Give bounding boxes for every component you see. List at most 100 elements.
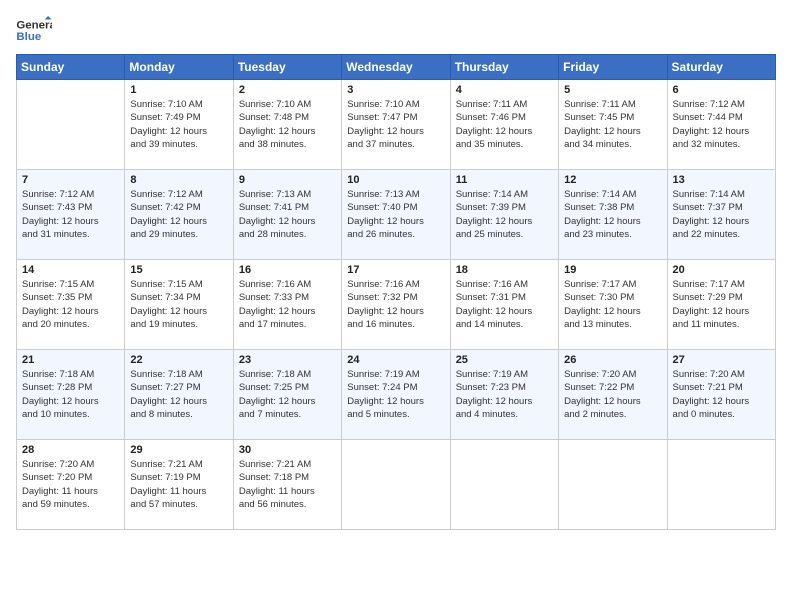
calendar-cell: 5 Sunrise: 7:11 AM Sunset: 7:45 PM Daylig…: [559, 80, 667, 170]
calendar-cell: [342, 440, 450, 530]
calendar-cell: 22 Sunrise: 7:18 AM Sunset: 7:27 PM Dayli…: [125, 350, 233, 440]
day-info: Sunrise: 7:12 AM Sunset: 7:43 PM Dayligh…: [22, 188, 119, 241]
day-number: 17: [347, 264, 444, 276]
day-info: Sunrise: 7:21 AM Sunset: 7:18 PM Dayligh…: [239, 458, 336, 511]
day-number: 24: [347, 354, 444, 366]
day-info: Sunrise: 7:16 AM Sunset: 7:33 PM Dayligh…: [239, 278, 336, 331]
day-number: 25: [456, 354, 553, 366]
calendar-cell: 15Sunrise: 7:15 AM Sunset: 7:34 PM Dayli…: [125, 260, 233, 350]
weekday-header-tuesday: Tuesday: [233, 55, 341, 80]
day-number: 9: [239, 174, 336, 186]
calendar-cell: 3 Sunrise: 7:10 AM Sunset: 7:47 PM Daylig…: [342, 80, 450, 170]
weekday-header-sunday: Sunday: [17, 55, 125, 80]
day-info: Sunrise: 7:12 AM Sunset: 7:42 PM Dayligh…: [130, 188, 227, 241]
calendar-cell: 30 Sunrise: 7:21 AM Sunset: 7:18 PM Dayli…: [233, 440, 341, 530]
day-info: Sunrise: 7:21 AM Sunset: 7:19 PM Dayligh…: [130, 458, 227, 511]
day-info: Sunrise: 7:10 AM Sunset: 7:47 PM Dayligh…: [347, 98, 444, 151]
day-number: 15: [130, 264, 227, 276]
day-info: Sunrise: 7:16 AM Sunset: 7:32 PM Dayligh…: [347, 278, 444, 331]
calendar-cell: 20Sunrise: 7:17 AM Sunset: 7:29 PM Dayli…: [667, 260, 775, 350]
day-number: 13: [673, 174, 770, 186]
weekday-header-monday: Monday: [125, 55, 233, 80]
day-info: Sunrise: 7:14 AM Sunset: 7:37 PM Dayligh…: [673, 188, 770, 241]
calendar-cell: [559, 440, 667, 530]
day-number: 10: [347, 174, 444, 186]
day-number: 16: [239, 264, 336, 276]
day-number: 26: [564, 354, 661, 366]
day-info: Sunrise: 7:11 AM Sunset: 7:46 PM Dayligh…: [456, 98, 553, 151]
day-info: Sunrise: 7:10 AM Sunset: 7:48 PM Dayligh…: [239, 98, 336, 151]
day-info: Sunrise: 7:13 AM Sunset: 7:40 PM Dayligh…: [347, 188, 444, 241]
day-info: Sunrise: 7:20 AM Sunset: 7:21 PM Dayligh…: [673, 368, 770, 421]
calendar-cell: 10 Sunrise: 7:13 AM Sunset: 7:40 PM Dayli…: [342, 170, 450, 260]
weekday-header-thursday: Thursday: [450, 55, 558, 80]
day-number: 22: [130, 354, 227, 366]
calendar-cell: 23Sunrise: 7:18 AM Sunset: 7:25 PM Dayli…: [233, 350, 341, 440]
calendar-cell: 16 Sunrise: 7:16 AM Sunset: 7:33 PM Dayli…: [233, 260, 341, 350]
calendar-cell: 7 Sunrise: 7:12 AM Sunset: 7:43 PM Daylig…: [17, 170, 125, 260]
day-info: Sunrise: 7:14 AM Sunset: 7:38 PM Dayligh…: [564, 188, 661, 241]
day-number: 5: [564, 84, 661, 96]
calendar-week-4: 21Sunrise: 7:18 AM Sunset: 7:28 PM Dayli…: [17, 350, 776, 440]
day-number: 3: [347, 84, 444, 96]
calendar-cell: 2Sunrise: 7:10 AM Sunset: 7:48 PM Daylig…: [233, 80, 341, 170]
calendar-cell: 13 Sunrise: 7:14 AM Sunset: 7:37 PM Dayli…: [667, 170, 775, 260]
calendar-cell: 25 Sunrise: 7:19 AM Sunset: 7:23 PM Dayli…: [450, 350, 558, 440]
calendar-cell: [450, 440, 558, 530]
logo-icon: General Blue: [16, 16, 52, 46]
day-info: Sunrise: 7:17 AM Sunset: 7:30 PM Dayligh…: [564, 278, 661, 331]
day-number: 8: [130, 174, 227, 186]
day-info: Sunrise: 7:20 AM Sunset: 7:22 PM Dayligh…: [564, 368, 661, 421]
calendar-cell: 28 Sunrise: 7:20 AM Sunset: 7:20 PM Dayli…: [17, 440, 125, 530]
calendar-cell: 18 Sunrise: 7:16 AM Sunset: 7:31 PM Dayli…: [450, 260, 558, 350]
calendar-cell: 29Sunrise: 7:21 AM Sunset: 7:19 PM Dayli…: [125, 440, 233, 530]
calendar-table: SundayMondayTuesdayWednesdayThursdayFrid…: [16, 54, 776, 530]
calendar-week-3: 14 Sunrise: 7:15 AM Sunset: 7:35 PM Dayli…: [17, 260, 776, 350]
weekday-header-saturday: Saturday: [667, 55, 775, 80]
calendar-cell: 12 Sunrise: 7:14 AM Sunset: 7:38 PM Dayli…: [559, 170, 667, 260]
day-info: Sunrise: 7:19 AM Sunset: 7:24 PM Dayligh…: [347, 368, 444, 421]
day-number: 7: [22, 174, 119, 186]
calendar-cell: 8 Sunrise: 7:12 AM Sunset: 7:42 PM Daylig…: [125, 170, 233, 260]
day-info: Sunrise: 7:12 AM Sunset: 7:44 PM Dayligh…: [673, 98, 770, 151]
day-info: Sunrise: 7:18 AM Sunset: 7:27 PM Dayligh…: [130, 368, 227, 421]
calendar-cell: [17, 80, 125, 170]
day-number: 20: [673, 264, 770, 276]
day-info: Sunrise: 7:15 AM Sunset: 7:35 PM Dayligh…: [22, 278, 119, 331]
weekday-header-friday: Friday: [559, 55, 667, 80]
calendar-cell: 14 Sunrise: 7:15 AM Sunset: 7:35 PM Dayli…: [17, 260, 125, 350]
day-number: 19: [564, 264, 661, 276]
day-number: 28: [22, 444, 119, 456]
day-number: 18: [456, 264, 553, 276]
calendar-cell: 4 Sunrise: 7:11 AM Sunset: 7:46 PM Daylig…: [450, 80, 558, 170]
calendar-cell: 24 Sunrise: 7:19 AM Sunset: 7:24 PM Dayli…: [342, 350, 450, 440]
calendar-cell: [667, 440, 775, 530]
day-info: Sunrise: 7:18 AM Sunset: 7:28 PM Dayligh…: [22, 368, 119, 421]
day-number: 6: [673, 84, 770, 96]
calendar-cell: 6 Sunrise: 7:12 AM Sunset: 7:44 PM Daylig…: [667, 80, 775, 170]
logo: General Blue: [16, 16, 52, 46]
weekday-header-wednesday: Wednesday: [342, 55, 450, 80]
day-info: Sunrise: 7:13 AM Sunset: 7:41 PM Dayligh…: [239, 188, 336, 241]
day-number: 30: [239, 444, 336, 456]
calendar-cell: 9 Sunrise: 7:13 AM Sunset: 7:41 PM Daylig…: [233, 170, 341, 260]
calendar-cell: 21Sunrise: 7:18 AM Sunset: 7:28 PM Dayli…: [17, 350, 125, 440]
day-info: Sunrise: 7:20 AM Sunset: 7:20 PM Dayligh…: [22, 458, 119, 511]
day-number: 14: [22, 264, 119, 276]
calendar-cell: 26 Sunrise: 7:20 AM Sunset: 7:22 PM Dayli…: [559, 350, 667, 440]
svg-text:Blue: Blue: [16, 31, 41, 43]
day-info: Sunrise: 7:16 AM Sunset: 7:31 PM Dayligh…: [456, 278, 553, 331]
day-number: 11: [456, 174, 553, 186]
day-number: 27: [673, 354, 770, 366]
day-info: Sunrise: 7:19 AM Sunset: 7:23 PM Dayligh…: [456, 368, 553, 421]
calendar-cell: 27 Sunrise: 7:20 AM Sunset: 7:21 PM Dayli…: [667, 350, 775, 440]
svg-text:General: General: [16, 19, 52, 31]
calendar-week-5: 28 Sunrise: 7:20 AM Sunset: 7:20 PM Dayli…: [17, 440, 776, 530]
calendar-cell: 19 Sunrise: 7:17 AM Sunset: 7:30 PM Dayli…: [559, 260, 667, 350]
day-number: 4: [456, 84, 553, 96]
day-info: Sunrise: 7:10 AM Sunset: 7:49 PM Dayligh…: [130, 98, 227, 151]
calendar-cell: 17 Sunrise: 7:16 AM Sunset: 7:32 PM Dayli…: [342, 260, 450, 350]
day-info: Sunrise: 7:18 AM Sunset: 7:25 PM Dayligh…: [239, 368, 336, 421]
day-number: 12: [564, 174, 661, 186]
day-info: Sunrise: 7:11 AM Sunset: 7:45 PM Dayligh…: [564, 98, 661, 151]
